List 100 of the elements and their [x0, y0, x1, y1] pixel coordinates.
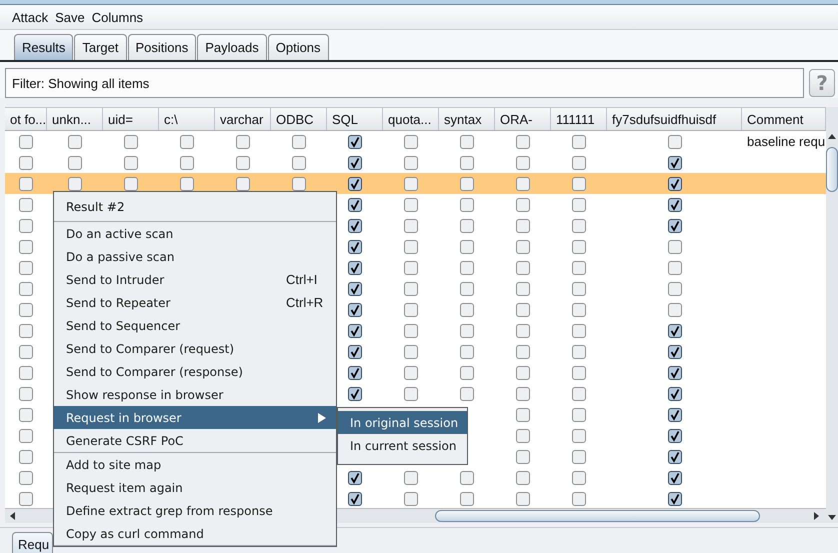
column-header[interactable]: uid=	[103, 108, 159, 130]
checkbox[interactable]	[19, 408, 33, 422]
checkbox[interactable]	[19, 134, 33, 148]
checkbox[interactable]	[404, 176, 418, 190]
menu-item[interactable]: Send to Comparer (request)	[54, 337, 336, 360]
checkbox[interactable]	[404, 386, 418, 400]
checkbox[interactable]	[668, 450, 682, 464]
checkbox[interactable]	[124, 176, 138, 190]
checkbox[interactable]	[348, 240, 362, 254]
checkbox[interactable]	[348, 302, 362, 316]
checkbox[interactable]	[19, 260, 33, 274]
checkbox[interactable]	[348, 324, 362, 338]
menu-item[interactable]: Do a passive scan	[54, 245, 336, 268]
checkbox[interactable]	[572, 450, 586, 464]
checkbox[interactable]	[516, 156, 530, 170]
checkbox[interactable]	[572, 428, 586, 442]
checkbox[interactable]	[668, 324, 682, 338]
menu-item[interactable]: Columns	[92, 10, 144, 24]
checkbox[interactable]	[516, 282, 530, 296]
checkbox[interactable]	[19, 492, 33, 506]
checkbox[interactable]	[572, 218, 586, 232]
checkbox[interactable]	[516, 492, 530, 506]
checkbox[interactable]	[668, 260, 682, 274]
checkbox[interactable]	[348, 218, 362, 232]
menu-item[interactable]: Send to Sequencer	[54, 314, 336, 337]
checkbox[interactable]	[572, 470, 586, 484]
checkbox[interactable]	[348, 176, 362, 190]
checkbox[interactable]	[404, 134, 418, 148]
checkbox[interactable]	[572, 344, 586, 358]
checkbox[interactable]	[460, 366, 474, 380]
checkbox[interactable]	[516, 428, 530, 442]
checkbox[interactable]	[668, 198, 682, 212]
checkbox[interactable]	[668, 302, 682, 316]
menu-item[interactable]: Send to Intruder Ctrl+I	[54, 268, 336, 291]
vertical-scrollbar[interactable]	[826, 107, 838, 523]
checkbox[interactable]	[460, 470, 474, 484]
checkbox[interactable]	[19, 156, 33, 170]
checkbox[interactable]	[516, 344, 530, 358]
checkbox[interactable]	[404, 198, 418, 212]
checkbox[interactable]	[348, 492, 362, 506]
checkbox[interactable]	[572, 302, 586, 316]
checkbox[interactable]	[19, 198, 33, 212]
checkbox[interactable]	[348, 198, 362, 212]
checkbox[interactable]	[19, 450, 33, 464]
checkbox[interactable]	[68, 176, 82, 190]
checkbox[interactable]	[348, 260, 362, 274]
checkbox[interactable]	[572, 408, 586, 422]
checkbox[interactable]	[572, 366, 586, 380]
menu-item[interactable]: Send to Comparer (response)	[54, 360, 336, 383]
checkbox[interactable]	[292, 176, 306, 190]
tab[interactable]: Target	[74, 34, 126, 60]
checkbox[interactable]	[460, 324, 474, 338]
checkbox[interactable]	[19, 366, 33, 380]
checkbox[interactable]	[348, 366, 362, 380]
menu-item[interactable]: Add to site map	[54, 453, 336, 476]
column-header[interactable]: syntax	[439, 108, 495, 130]
tab[interactable]: Results	[14, 34, 74, 60]
checkbox[interactable]	[572, 260, 586, 274]
checkbox[interactable]	[572, 240, 586, 254]
checkbox[interactable]	[460, 134, 474, 148]
checkbox[interactable]	[404, 218, 418, 232]
column-header[interactable]: unkn...	[47, 108, 103, 130]
checkbox[interactable]	[348, 156, 362, 170]
checkbox[interactable]	[292, 134, 306, 148]
checkbox[interactable]	[460, 198, 474, 212]
checkbox[interactable]	[348, 282, 362, 296]
checkbox[interactable]	[404, 282, 418, 296]
column-header[interactable]: SQL	[327, 108, 383, 130]
tab[interactable]: Payloads	[197, 34, 267, 60]
column-header[interactable]: fy7sdufsuidfhuisdf	[607, 108, 742, 130]
filter-bar[interactable]: Filter: Showing all items	[5, 68, 804, 98]
checkbox[interactable]	[348, 470, 362, 484]
scroll-thumb[interactable]	[435, 510, 760, 522]
checkbox[interactable]	[460, 302, 474, 316]
checkbox[interactable]	[668, 218, 682, 232]
checkbox[interactable]	[19, 302, 33, 316]
checkbox[interactable]	[516, 450, 530, 464]
checkbox[interactable]	[516, 470, 530, 484]
checkbox[interactable]	[460, 282, 474, 296]
checkbox[interactable]	[348, 134, 362, 148]
checkbox[interactable]	[668, 408, 682, 422]
checkbox[interactable]	[668, 156, 682, 170]
checkbox[interactable]	[668, 282, 682, 296]
checkbox[interactable]	[68, 134, 82, 148]
checkbox[interactable]	[460, 218, 474, 232]
checkbox[interactable]	[404, 492, 418, 506]
checkbox[interactable]	[124, 134, 138, 148]
checkbox[interactable]	[516, 324, 530, 338]
menu-item[interactable]: Request in browser	[54, 406, 336, 429]
checkbox[interactable]	[668, 386, 682, 400]
checkbox[interactable]	[404, 366, 418, 380]
checkbox[interactable]	[180, 176, 194, 190]
checkbox[interactable]	[124, 156, 138, 170]
checkbox[interactable]	[292, 156, 306, 170]
checkbox[interactable]	[19, 282, 33, 296]
checkbox[interactable]	[460, 240, 474, 254]
checkbox[interactable]	[516, 240, 530, 254]
tab[interactable]: Options	[268, 34, 329, 60]
checkbox[interactable]	[348, 386, 362, 400]
checkbox[interactable]	[668, 176, 682, 190]
